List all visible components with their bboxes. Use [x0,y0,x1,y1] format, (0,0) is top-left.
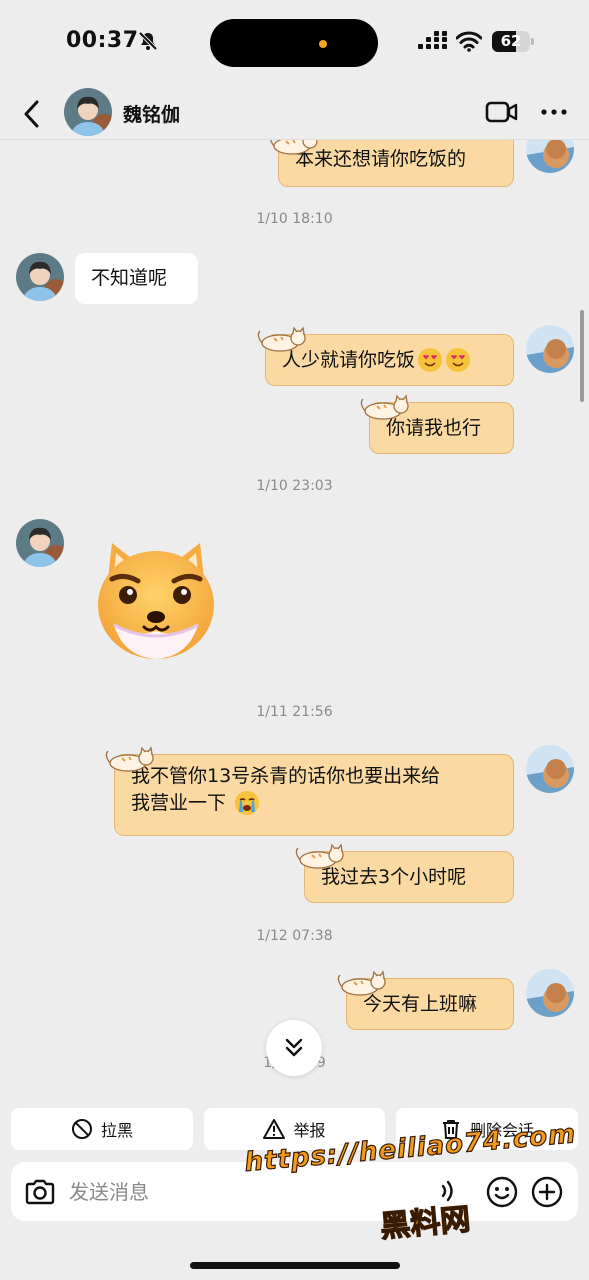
video-call-icon[interactable] [485,98,519,126]
warning-icon [263,1119,286,1139]
chat-header: 魏铭伽 [0,88,589,140]
plus-icon[interactable] [530,1175,564,1209]
message-bubble-sent[interactable]: 我不管你13号杀青的话你也要出来给 我营业一下 [114,754,514,836]
double-chevron-down-icon [285,1038,303,1057]
message-text-line: 我营业一下 [131,790,497,817]
cat-decoration-icon [257,326,306,352]
message-text: 不知道呢 [91,267,168,290]
heart-eyes-emoji-icon [446,348,471,372]
timestamp: 1/11 21:56 [256,704,333,720]
more-options-icon[interactable] [538,98,570,126]
block-label: 拉黑 [100,1121,133,1140]
watermark-name: 黑料网 [378,1202,472,1246]
cat-decoration-icon [105,746,154,772]
shiba-sticker[interactable] [94,539,218,663]
contact-avatar[interactable] [16,253,64,301]
my-avatar[interactable] [526,969,574,1017]
block-icon [71,1119,92,1139]
camera-icon[interactable] [24,1176,56,1208]
contact-name[interactable]: 魏铭伽 [123,100,180,127]
message-text-line: 我不管你13号杀青的话你也要出来给 [131,765,441,787]
message-bubble-received[interactable]: 不知道呢 [75,253,198,304]
crying-face-emoji-icon [235,791,260,816]
back-arrow-icon[interactable] [16,96,48,132]
home-indicator [190,1262,400,1269]
message-list[interactable]: 本来还想请你吃饭的 1/10 18:10 不知道呢 人少就请你吃饭 你请我也行 … [0,0,589,1096]
chat-scrollbar[interactable] [580,310,584,402]
timestamp: 1/12 07:38 [256,928,333,944]
scroll-to-bottom-button[interactable] [266,1020,322,1076]
cat-decoration-icon [337,970,386,996]
timestamp: 1/10 23:03 [256,478,333,494]
block-button[interactable]: 拉黑 [11,1108,193,1150]
my-avatar[interactable] [526,325,574,373]
heart-eyes-emoji-icon [418,348,443,372]
emoji-icon[interactable] [485,1175,519,1209]
contact-avatar[interactable] [16,519,64,567]
timestamp: 1/10 18:10 [256,211,333,227]
message-input[interactable] [69,1172,329,1212]
cat-decoration-icon [360,394,409,420]
cat-decoration-icon [295,843,344,869]
contact-avatar[interactable] [64,88,112,136]
report-label: 举报 [293,1121,326,1140]
my-avatar[interactable] [526,745,574,793]
